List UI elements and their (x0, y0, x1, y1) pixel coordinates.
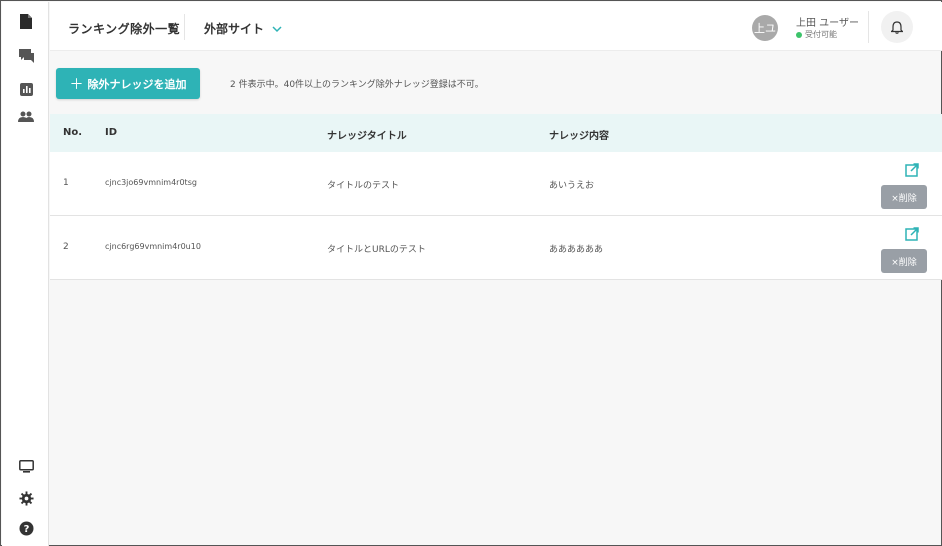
exclusion-table: No. ID ナレッジタイトル ナレッジ内容 1 cjnc3jo69vmnim4… (50, 114, 942, 280)
row-title: タイトルとURLのテスト (327, 245, 426, 255)
column-header-content: ナレッジ内容 (549, 131, 609, 142)
monitor-icon[interactable] (17, 457, 35, 475)
table-row: 2 cjnc6rg69vmnim4r0u10 タイトルとURLのテスト ああああ… (50, 216, 942, 280)
document-icon[interactable] (17, 12, 35, 30)
gear-icon[interactable] (17, 489, 35, 507)
help-icon[interactable]: ? (17, 519, 35, 537)
delete-button[interactable]: ×削除 (881, 249, 927, 273)
chart-icon[interactable] (17, 80, 35, 98)
row-title: タイトルのテスト (327, 181, 400, 191)
row-no: 2 (63, 242, 69, 252)
header-divider (184, 14, 185, 40)
sidebar: ? (2, 2, 49, 546)
site-select-label: 外部サイト (204, 22, 265, 36)
status-dot (796, 31, 802, 38)
top-header: ランキング除外一覧 外部サイト 上ユ 上田 ユーザー 受付可能 (50, 2, 942, 51)
external-link-icon[interactable] (905, 227, 919, 241)
user-status-label: 受付可能 (805, 30, 837, 39)
row-id: cjnc6rg69vmnim4r0u10 (105, 242, 201, 251)
chat-icon[interactable] (17, 47, 35, 65)
row-content: あいうえお (549, 181, 595, 191)
notification-bell-button[interactable] (881, 11, 913, 43)
page-title: ランキング除外一覧 (68, 22, 181, 36)
row-content: ああああああ (549, 245, 604, 255)
table-header: No. ID ナレッジタイトル ナレッジ内容 (50, 114, 942, 152)
info-text: 2 件表示中。40件以上のランキング除外ナレッジ登録は不可。 (230, 80, 484, 90)
plus-icon: ＋ (69, 76, 84, 93)
site-select[interactable]: 外部サイト (204, 20, 282, 37)
avatar[interactable]: 上ユ (752, 15, 778, 41)
add-button-label: 除外ナレッジを追加 (87, 77, 187, 91)
add-excluded-knowledge-button[interactable]: ＋ 除外ナレッジを追加 (56, 68, 200, 99)
row-id: cjnc3jo69vmnim4r0tsg (105, 178, 197, 187)
column-header-title: ナレッジタイトル (327, 131, 407, 142)
user-name: 上田 ユーザー (796, 18, 859, 29)
column-header-id: ID (105, 127, 118, 138)
column-header-no: No. (63, 127, 83, 138)
delete-button[interactable]: ×削除 (881, 185, 927, 209)
user-status: 受付可能 (796, 29, 837, 40)
bell-icon (891, 20, 903, 34)
chevron-down-icon (272, 25, 282, 32)
app-window: ? ランキング除外一覧 外部サイト 上ユ 上田 ユーザー 受付可能 ＋ 除外ナレ… (0, 0, 942, 546)
table-row: 1 cjnc3jo69vmnim4r0tsg タイトルのテスト あいうえお ×削… (50, 152, 942, 216)
users-icon[interactable] (17, 108, 35, 126)
external-link-icon[interactable] (905, 163, 919, 177)
row-no: 1 (63, 178, 69, 188)
header-divider (868, 11, 869, 43)
svg-text:?: ? (23, 524, 29, 535)
